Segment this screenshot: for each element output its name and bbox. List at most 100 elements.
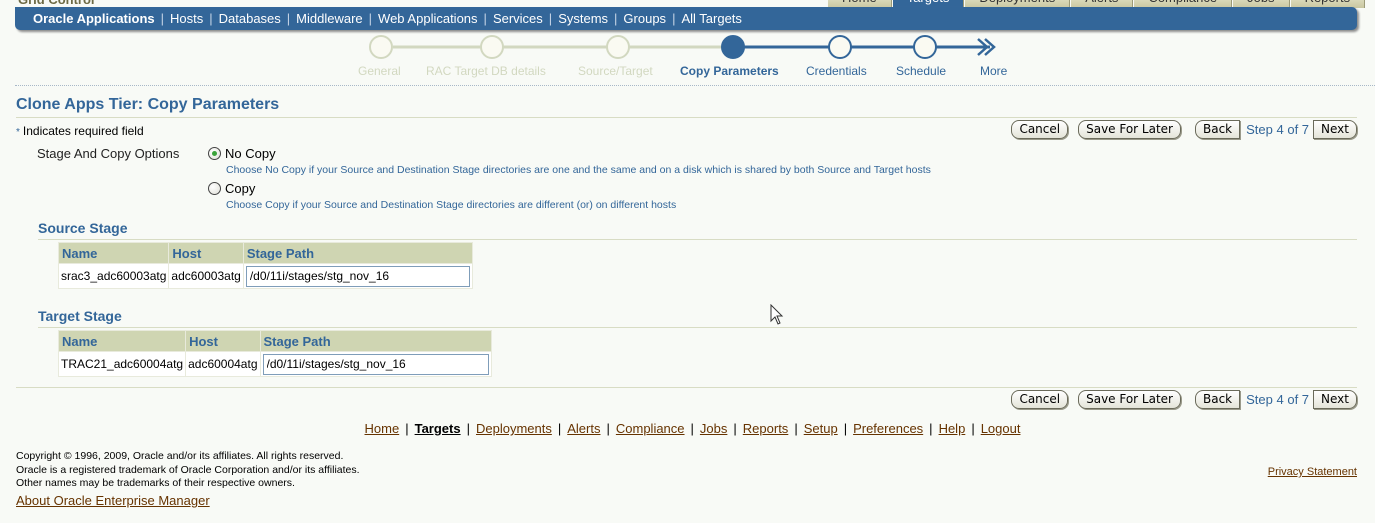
- train-stop-copy-parameters: [721, 35, 745, 59]
- step-indicator: Step 4 of 7: [1246, 121, 1310, 137]
- brand-title: Grid Control: [18, 0, 95, 7]
- source-stage-path-cell: [243, 264, 472, 288]
- next-button[interactable]: Next: [1313, 389, 1357, 409]
- train-stop-credentials[interactable]: [828, 35, 852, 59]
- nav-all-targets[interactable]: All Targets: [681, 11, 741, 26]
- copyright-line: Copyright © 1996, 2009, Oracle and/or it…: [16, 450, 344, 462]
- train-label-rac-target-db[interactable]: RAC Target DB details: [426, 64, 546, 78]
- next-button[interactable]: Next: [1313, 119, 1357, 139]
- train-label-more[interactable]: More: [980, 64, 1007, 78]
- no-copy-hint: Choose No Copy if your Source and Destin…: [226, 164, 931, 176]
- save-for-later-button[interactable]: Save For Later: [1078, 389, 1181, 409]
- back-button[interactable]: Back: [1195, 119, 1241, 139]
- source-stage-path-input[interactable]: [245, 265, 470, 287]
- source-stage-table: Name Host Stage Path srac3_adc60003atg a…: [58, 242, 473, 289]
- column-header-stage-path: Stage Path: [243, 243, 472, 263]
- target-stage-path-cell: [260, 352, 491, 376]
- nav-databases[interactable]: Databases: [219, 11, 281, 26]
- cancel-button[interactable]: Cancel: [1011, 389, 1069, 409]
- copyright-block: Copyright © 1996, 2009, Oracle and/or it…: [16, 450, 360, 491]
- footer-link-alerts[interactable]: Alerts: [567, 421, 600, 436]
- footer-link-preferences[interactable]: Preferences: [853, 421, 923, 436]
- target-host-cell: adc60004atg: [186, 352, 260, 376]
- train-stop-rac-target-db[interactable]: [480, 35, 504, 59]
- copyright-line: Oracle is a registered trademark of Orac…: [16, 463, 360, 476]
- required-star-icon: *: [16, 127, 20, 138]
- footer-separator: |: [405, 421, 409, 436]
- footer-link-logout[interactable]: Logout: [981, 421, 1021, 436]
- footer-separator: |: [557, 421, 562, 436]
- save-for-later-button[interactable]: Save For Later: [1078, 119, 1181, 139]
- footer-link-home[interactable]: Home: [365, 421, 400, 436]
- column-header-host: Host: [169, 243, 243, 263]
- source-name-cell: srac3_adc60003atg: [59, 264, 169, 288]
- nav-separator: |: [209, 11, 213, 26]
- train-stop-general[interactable]: [369, 35, 393, 59]
- footer-link-jobs[interactable]: Jobs: [700, 421, 727, 436]
- required-note-text: Indicates required field: [22, 124, 144, 138]
- radio-no-copy-input[interactable]: [208, 147, 221, 160]
- nav-separator: |: [286, 11, 291, 26]
- target-stage-path-input[interactable]: [262, 353, 489, 375]
- copyright-line: Other names may be trademarks of their r…: [16, 477, 295, 489]
- footer-separator: |: [794, 421, 798, 436]
- nav-middleware[interactable]: Middleware: [296, 11, 362, 26]
- train-label-credentials[interactable]: Credentials: [806, 64, 867, 78]
- footer-link-reports[interactable]: Reports: [743, 421, 789, 436]
- bottom-button-bar: Cancel Save For Later Back Step 4 of 7 N…: [1001, 389, 1357, 409]
- nav-separator: |: [368, 11, 373, 26]
- footer-separator: |: [971, 421, 975, 436]
- train-stop-schedule[interactable]: [913, 35, 937, 59]
- column-header-name: Name: [59, 243, 169, 263]
- top-button-bar: Cancel Save For Later Back Step 4 of 7 N…: [1001, 119, 1357, 139]
- back-button[interactable]: Back: [1195, 389, 1241, 409]
- train-stop-source-target[interactable]: [606, 35, 630, 59]
- privacy-statement-link[interactable]: Privacy Statement: [1268, 466, 1357, 478]
- radio-no-copy-label[interactable]: No Copy: [225, 146, 276, 161]
- step-indicator: Step 4 of 7: [1246, 391, 1310, 407]
- nav-hosts[interactable]: Hosts: [170, 11, 203, 26]
- target-stage-divider: [38, 327, 1357, 328]
- footer-separator: |: [606, 421, 610, 436]
- footer-link-targets[interactable]: Targets: [415, 421, 461, 436]
- nav-systems[interactable]: Systems: [558, 11, 608, 26]
- nav-separator: |: [483, 11, 487, 26]
- train-label-schedule[interactable]: Schedule: [896, 64, 946, 78]
- table-row: srac3_adc60003atg adc60003atg: [59, 264, 472, 288]
- about-oem-link[interactable]: About Oracle Enterprise Manager: [16, 493, 210, 508]
- copy-hint: Choose Copy if your Source and Destinati…: [226, 199, 677, 211]
- train-label-copy-parameters: Copy Parameters: [680, 64, 779, 78]
- nav-separator: |: [160, 11, 164, 26]
- nav-web-applications[interactable]: Web Applications: [378, 11, 478, 26]
- nav-oracle-applications[interactable]: Oracle Applications: [33, 11, 155, 26]
- target-stage-table: Name Host Stage Path TRAC21_adc60004atg …: [58, 330, 492, 377]
- train-label-general[interactable]: General: [358, 64, 401, 78]
- footer-separator: |: [690, 421, 694, 436]
- nav-services[interactable]: Services: [493, 11, 543, 26]
- table-header-row: Name Host Stage Path: [59, 243, 472, 263]
- column-header-stage-path: Stage Path: [260, 331, 491, 351]
- nav-groups[interactable]: Groups: [623, 11, 666, 26]
- footer-separator: |: [843, 421, 848, 436]
- train-track: [369, 35, 996, 59]
- target-type-navbar: Oracle Applications | Hosts | Databases | Midd…: [15, 7, 1357, 30]
- radio-copy-label[interactable]: Copy: [225, 181, 255, 196]
- footer-link-deployments[interactable]: Deployments: [476, 421, 552, 436]
- page-title: Clone Apps Tier: Copy Parameters: [16, 96, 280, 113]
- table-row: TRAC21_adc60004atg adc60004atg: [59, 352, 491, 376]
- source-stage-title: Source Stage: [38, 220, 128, 236]
- bottom-divider: [16, 387, 1357, 388]
- footer-link-compliance[interactable]: Compliance: [616, 421, 685, 436]
- target-stage-title: Target Stage: [38, 308, 122, 324]
- footer-separator: |: [733, 421, 737, 436]
- radio-no-copy[interactable]: No Copy: [208, 146, 276, 161]
- footer-separator: |: [466, 421, 470, 436]
- train-label-source-target[interactable]: Source/Target: [578, 64, 653, 78]
- radio-copy[interactable]: Copy: [208, 181, 255, 196]
- footer-link-setup[interactable]: Setup: [804, 421, 838, 436]
- column-header-name: Name: [59, 331, 186, 351]
- footer-link-help[interactable]: Help: [939, 421, 966, 436]
- footer-separator: |: [929, 421, 933, 436]
- cancel-button[interactable]: Cancel: [1011, 119, 1069, 139]
- radio-copy-input[interactable]: [208, 182, 221, 195]
